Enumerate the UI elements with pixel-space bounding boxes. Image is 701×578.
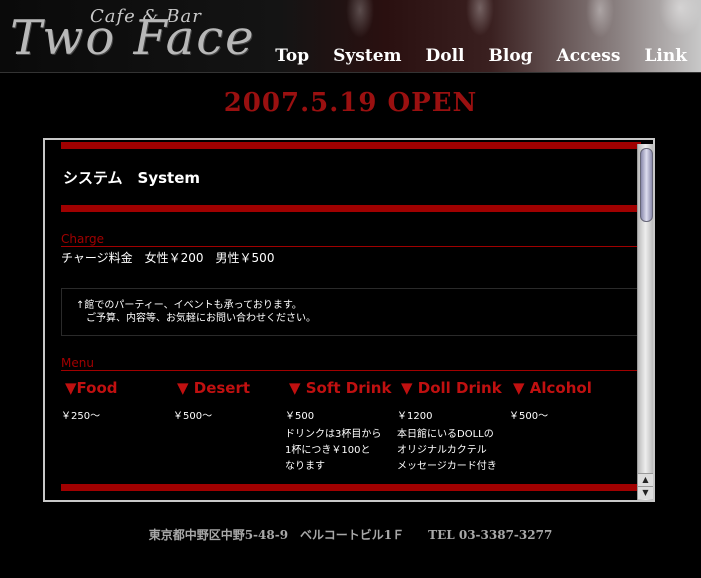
menu-item-desc: 本日館にいるDOLLの オリジナルカクテル メッセージカード付き	[397, 427, 509, 475]
desc-line: オリジナルカクテル	[397, 445, 487, 456]
desc-line: なります	[285, 461, 325, 472]
party-notice: ↑館でのパーティー、イベントも承っております。 ご予算、内容等、お気軽にお問い合…	[61, 288, 641, 336]
menu-item-doll-drink: ▼ Doll Drink ￥1200 本日館にいるDOLLの オリジナルカクテル…	[397, 377, 509, 475]
menu-label: Menu	[61, 356, 641, 371]
desc-line: 本日館にいるDOLLの	[397, 429, 494, 440]
title-red-bar	[61, 205, 641, 212]
scroll-up-arrow-icon[interactable]: ▲	[638, 473, 653, 486]
menu-list: ▼Food ￥250～ ▼ Desert ￥500～ ▼ Soft Drink …	[61, 377, 641, 475]
menu-item-alcohol: ▼ Alcohol ￥500～	[509, 377, 621, 475]
menu-item-name: ▼ Desert	[177, 379, 251, 397]
nav-top[interactable]: Top	[275, 46, 309, 66]
menu-item-desc: ドリンクは3杯目から 1杯につき￥100と なります	[285, 427, 397, 475]
desc-line: 1杯につき￥100と	[285, 445, 371, 456]
nav-link[interactable]: Link	[644, 46, 687, 66]
menu-item-name: ▼ Alcohol	[513, 379, 592, 397]
nav-system[interactable]: System	[333, 46, 401, 66]
site-header: Cafe & Bar Two Face Top System Doll Blog…	[0, 0, 701, 73]
notice-line-2: ご予算、内容等、お気軽にお問い合わせください。	[76, 313, 316, 324]
charge-label: Charge	[61, 232, 641, 247]
logo-title: Two Face	[10, 10, 256, 66]
notice-line-1: ↑館でのパーティー、イベントも承っております。	[76, 300, 302, 311]
menu-item-price: ￥1200	[397, 411, 433, 422]
content-inner: システム System Charge チャージ料金 女性￥200 男性￥500 …	[61, 140, 641, 475]
open-banner: 2007.5.19 OPEN	[223, 88, 478, 118]
content-frame: システム System Charge チャージ料金 女性￥200 男性￥500 …	[43, 138, 655, 502]
menu-item-name: ▼Food	[65, 379, 118, 397]
nav-blog[interactable]: Blog	[489, 46, 533, 66]
footer-address: 東京都中野区中野5-48-9 ベルコートビル1Ｆ TEL 03-3387-327…	[148, 528, 553, 542]
nav-access[interactable]: Access	[557, 46, 621, 66]
desc-line: メッセージカード付き	[397, 461, 497, 472]
site-logo[interactable]: Cafe & Bar Two Face	[10, 4, 280, 68]
menu-item-price: ￥500～	[173, 411, 213, 422]
menu-item-name: ▼ Doll Drink	[401, 379, 502, 397]
desc-line: ドリンクは3杯目から	[285, 429, 382, 440]
menu-item-soft-drink: ▼ Soft Drink ￥500 ドリンクは3杯目から 1杯につき￥100と …	[285, 377, 397, 475]
scroll-down-arrow-icon[interactable]: ▼	[638, 486, 653, 499]
menu-item-price: ￥500～	[509, 411, 549, 422]
charge-text: チャージ料金 女性￥200 男性￥500	[61, 251, 275, 265]
nav-doll[interactable]: Doll	[426, 46, 465, 66]
menu-item-food: ▼Food ￥250～	[61, 377, 173, 475]
top-red-bar	[61, 142, 641, 149]
menu-item-name: ▼ Soft Drink	[289, 379, 392, 397]
page-title: システム System	[63, 169, 201, 187]
menu-item-desert: ▼ Desert ￥500～	[173, 377, 285, 475]
header-decoration	[300, 0, 701, 44]
main-nav: Top System Doll Blog Access Link	[275, 42, 687, 70]
menu-item-price: ￥250～	[61, 411, 101, 422]
scrollbar-thumb[interactable]	[640, 148, 653, 222]
bottom-red-bar	[61, 484, 641, 491]
menu-item-price: ￥500	[285, 411, 315, 422]
content-scrollbar[interactable]: ▲ ▼	[637, 144, 653, 500]
